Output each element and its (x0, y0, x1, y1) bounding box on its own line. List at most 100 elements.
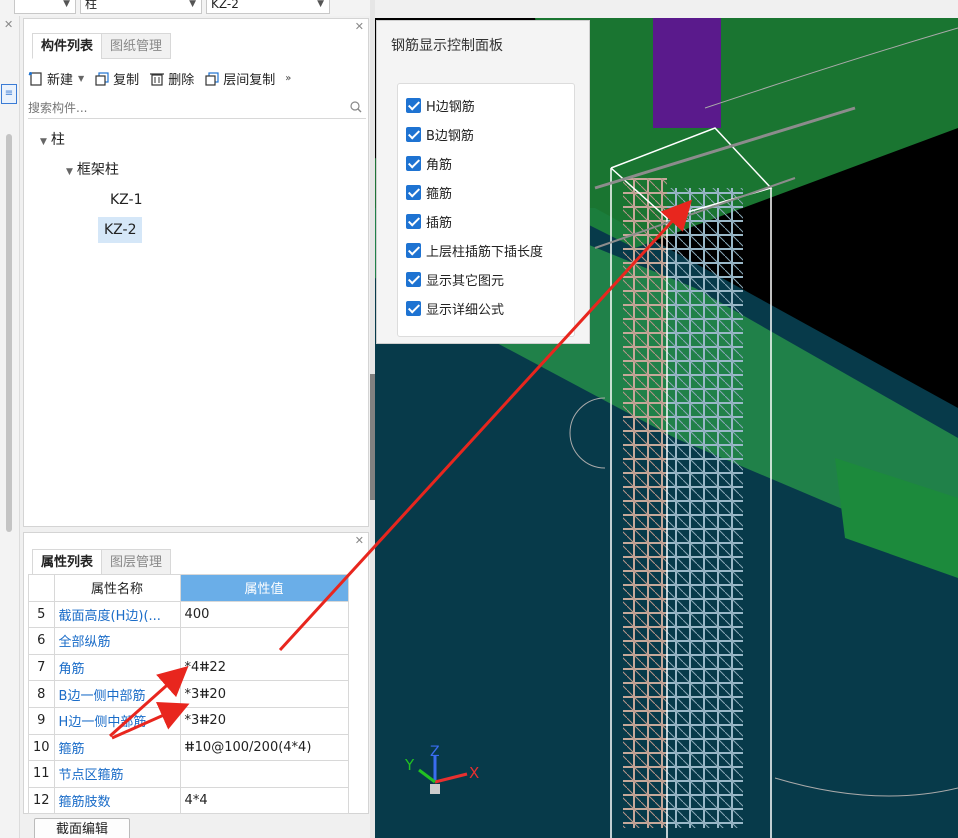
close-icon[interactable]: ✕ (355, 20, 364, 33)
component-type-selector[interactable]: 柱 ▼ (80, 0, 202, 14)
more-button[interactable]: » (285, 69, 291, 88)
checkbox-checked-icon[interactable] (406, 242, 421, 258)
copy-button-label: 复制 (113, 73, 140, 88)
value-header: 属性值 (179, 574, 349, 602)
layer-tool-icon[interactable]: ≡ (1, 84, 17, 104)
close-icon[interactable]: ✕ (4, 18, 13, 31)
component-list-panel: ✕ 构件列表 图纸管理 新建 ▼ 复制 删除 层间复制 » 搜索构件... ▼ … (23, 18, 369, 527)
tree-item-label: KZ-1 (110, 192, 143, 208)
table-row[interactable]: 10 箍筋 ⵌ10@100/200(4*4) (28, 733, 349, 762)
rebar-options-list: H边钢筋 B边钢筋 角筋 箍筋 插筋 上层柱插筋下插长度 显示其它图元 显示详细… (397, 83, 575, 337)
section-edit-button[interactable]: 截面编辑 (34, 818, 130, 838)
checkbox-checked-icon[interactable] (406, 97, 421, 113)
chevron-down-icon: ▼ (63, 0, 70, 9)
table-row[interactable]: 5 截面高度(H边)(... 400 (28, 600, 349, 629)
property-value[interactable]: ⵌ10@100/200(4*4) (179, 733, 349, 762)
delete-button[interactable]: 删除 (149, 69, 194, 88)
left-tool-strip: ✕ ≡ (0, 16, 20, 838)
copy-icon (95, 71, 109, 86)
expand-triangle-icon[interactable]: ▼ (40, 137, 47, 147)
tree-node-label: 柱 (50, 132, 65, 148)
column-rebar-side (667, 188, 743, 828)
option-corner-rebar[interactable]: 角筋 (406, 152, 452, 174)
property-name: 节点区箍筋 (53, 760, 181, 788)
tree-item-kz2[interactable]: KZ-2 (98, 217, 143, 243)
property-grid: 属性名称 属性值 5 截面高度(H边)(... 400 6 全部纵筋 7 角筋 *4ⵌ22… (28, 574, 349, 815)
property-value[interactable] (179, 627, 349, 655)
new-button-label: 新建 (47, 73, 74, 88)
option-b-rebar[interactable]: B边钢筋 (406, 123, 474, 145)
column-rebar-front (623, 178, 667, 828)
axis-z-label: Z (430, 744, 440, 760)
table-row[interactable]: 9 H边一侧中部筋 *3ⵌ20 (28, 706, 349, 735)
floor-selector[interactable]: ▼ (14, 0, 76, 14)
property-value[interactable] (179, 760, 349, 788)
property-value[interactable]: *4ⵌ22 (179, 653, 349, 682)
row-index: 10 (28, 733, 55, 762)
left-scrollbar[interactable] (6, 134, 12, 532)
copy-button[interactable]: 复制 (94, 69, 139, 88)
property-panel-tabs: 属性列表 图层管理 (32, 549, 172, 575)
component-search (28, 99, 366, 119)
index-header (28, 574, 55, 602)
table-row[interactable]: 7 角筋 *4ⵌ22 (28, 653, 349, 682)
property-name: 箍筋肢数 (53, 786, 181, 815)
tree-item-label: KZ-2 (104, 222, 137, 238)
tab-drawing-management[interactable]: 图纸管理 (101, 33, 172, 59)
floor-copy-button-label: 层间复制 (223, 73, 276, 88)
tab-component-list[interactable]: 构件列表 (32, 33, 103, 59)
new-button[interactable]: 新建 ▼ (28, 69, 84, 88)
close-icon[interactable]: ✕ (355, 534, 364, 547)
table-row[interactable]: 12 箍筋肢数 4*4 (28, 786, 349, 815)
app-window: ▼ 柱 ▼ KZ-2 ▼ ✕ ≡ ✕ 构件列表 图纸管理 新建 ▼ 复制 删除 … (0, 0, 958, 838)
table-row[interactable]: 8 B边一侧中部筋 *3ⵌ20 (28, 680, 349, 708)
double-chevron-right-icon: » (285, 73, 292, 84)
option-label: 上层柱插筋下插长度 (426, 244, 544, 260)
top-selector-bar: ▼ 柱 ▼ KZ-2 ▼ (0, 0, 372, 16)
search-icon[interactable] (350, 101, 362, 113)
option-show-formula[interactable]: 显示详细公式 (406, 297, 504, 319)
property-value[interactable]: *3ⵌ20 (179, 706, 349, 735)
search-input[interactable] (28, 99, 328, 117)
property-value[interactable]: 400 (179, 600, 349, 629)
trash-icon (150, 72, 165, 86)
row-index: 12 (28, 786, 55, 815)
option-show-other[interactable]: 显示其它图元 (406, 268, 504, 290)
floor-copy-button[interactable]: 层间复制 (204, 69, 275, 88)
row-index: 11 (28, 760, 55, 788)
checkbox-checked-icon[interactable] (406, 213, 421, 229)
checkbox-checked-icon[interactable] (406, 271, 421, 287)
checkbox-checked-icon[interactable] (406, 155, 421, 171)
chevron-down-icon: ▼ (189, 0, 196, 9)
option-label: 插筋 (426, 215, 453, 231)
checkbox-checked-icon[interactable] (406, 184, 421, 200)
tree-node-frame-column[interactable]: ▼ 框架柱 (66, 157, 119, 183)
checkbox-checked-icon[interactable] (406, 126, 421, 142)
tab-property-list[interactable]: 属性列表 (32, 549, 103, 575)
tree-node-column[interactable]: ▼ 柱 (40, 127, 65, 153)
option-label: 显示详细公式 (426, 302, 505, 318)
rebar-display-panel: 钢筋显示控制面板 H边钢筋 B边钢筋 角筋 箍筋 插筋 上层柱插筋下插长度 显示… (376, 20, 590, 344)
option-h-rebar[interactable]: H边钢筋 (406, 94, 475, 116)
checkbox-checked-icon[interactable] (406, 300, 421, 316)
property-name: 截面高度(H边)(... (53, 600, 181, 629)
property-value[interactable]: *3ⵌ20 (179, 680, 349, 708)
expand-triangle-icon[interactable]: ▼ (66, 167, 73, 177)
tree-node-label: 框架柱 (76, 162, 119, 178)
table-row[interactable]: 6 全部纵筋 (28, 627, 349, 655)
chevron-down-icon: ▼ (317, 0, 324, 9)
beam-top-green (535, 18, 958, 248)
property-value[interactable]: 4*4 (179, 786, 349, 815)
floor-copy-icon (205, 71, 219, 86)
option-upper-dowel-length[interactable]: 上层柱插筋下插长度 (406, 239, 543, 261)
option-stirrup[interactable]: 箍筋 (406, 181, 452, 203)
tree-item-kz1[interactable]: KZ-1 (104, 187, 148, 213)
option-dowel[interactable]: 插筋 (406, 210, 452, 232)
component-selector[interactable]: KZ-2 ▼ (206, 0, 330, 14)
option-label: 箍筋 (426, 186, 453, 202)
tab-layer-management[interactable]: 图层管理 (101, 549, 172, 575)
property-name: H边一侧中部筋 (53, 706, 181, 735)
chevron-down-icon[interactable]: ▼ (78, 74, 84, 83)
table-row[interactable]: 11 节点区箍筋 (28, 760, 349, 788)
property-name: 全部纵筋 (53, 627, 181, 655)
